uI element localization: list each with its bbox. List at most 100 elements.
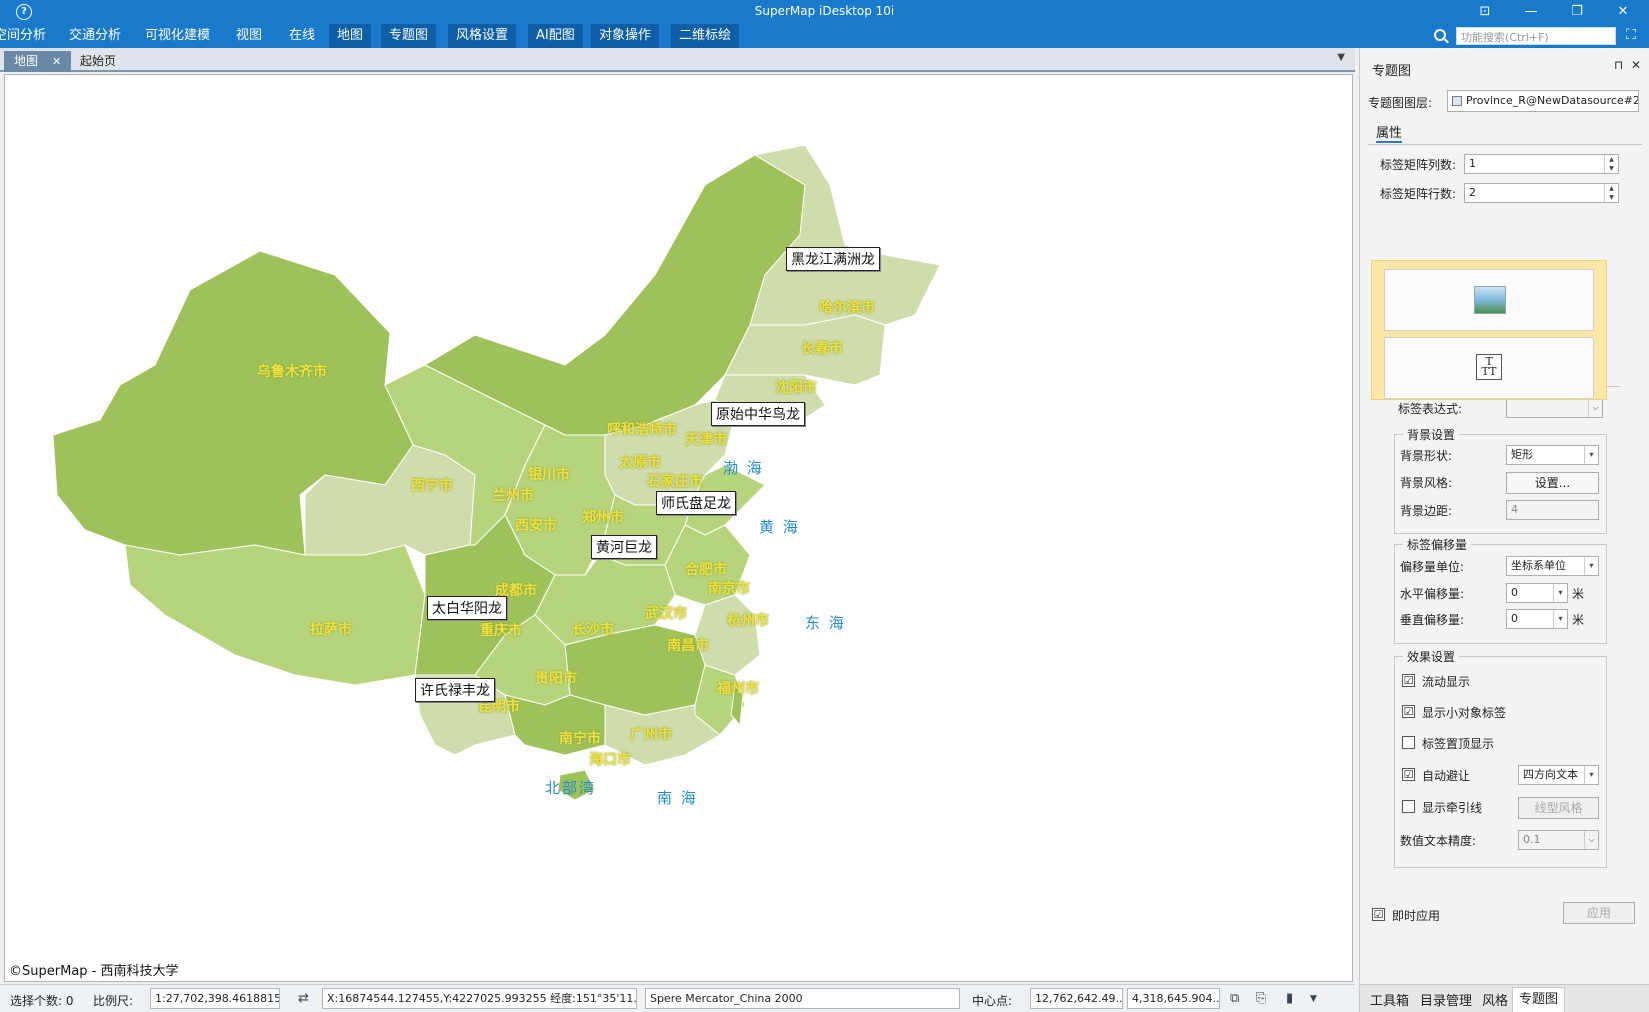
- chevron-down-icon[interactable]: ▾: [1553, 610, 1567, 628]
- restore-layout-icon[interactable]: ⊡: [1470, 2, 1500, 22]
- chevron-down-icon[interactable]: ⌵: [1588, 399, 1602, 417]
- v-offset-label: 垂直偏移量:: [1400, 613, 1465, 627]
- menu-object-ops[interactable]: 对象操作: [591, 24, 660, 48]
- divider: [1368, 144, 1642, 145]
- thematic-label-box[interactable]: 黄河巨龙: [591, 535, 657, 559]
- flow-display-checkbox[interactable]: ☑: [1402, 674, 1415, 687]
- tab-properties[interactable]: 属性: [1376, 122, 1403, 143]
- matrix-cell-text[interactable]: T TT: [1384, 337, 1594, 399]
- panel-controls: ⊓ ✕: [1614, 58, 1641, 72]
- matrix-cell-image[interactable]: [1384, 269, 1594, 331]
- offset-group-title: 标签偏移量: [1403, 536, 1472, 553]
- v-offset-unit: 米: [1572, 613, 1585, 627]
- thematic-label-box[interactable]: 原始中华鸟龙: [711, 402, 805, 426]
- menu-ai-mapping[interactable]: AI配图: [528, 24, 583, 48]
- tab-catalog[interactable]: 目录管理: [1414, 990, 1478, 1009]
- tab-toolbox[interactable]: 工具箱: [1364, 990, 1415, 1009]
- small-object-checkbox[interactable]: ☑: [1402, 705, 1415, 718]
- center-y-input[interactable]: 4,318,645.904...: [1127, 988, 1220, 1009]
- bg-shape-select[interactable]: 矩形 ▾: [1506, 445, 1599, 465]
- projection-readout[interactable]: Spere Mercator_China 2000: [645, 988, 960, 1009]
- cols-input[interactable]: 1 ▲ ▼: [1464, 154, 1619, 174]
- label-top-checkbox[interactable]: [1402, 736, 1415, 749]
- bg-style-button[interactable]: 设置...: [1506, 472, 1599, 494]
- rows-input[interactable]: 2 ▲ ▼: [1464, 183, 1619, 203]
- offset-unit-value: 坐标系单位: [1511, 559, 1566, 572]
- function-search-input[interactable]: 功能搜索(Ctrl+F): [1456, 27, 1616, 45]
- city-label: 南昌市: [667, 638, 709, 654]
- auto-avoid-select[interactable]: 四方向文本 ▾: [1518, 765, 1599, 785]
- expression-select[interactable]: ⌵: [1506, 398, 1603, 418]
- leader-line-checkbox[interactable]: [1402, 800, 1415, 813]
- auto-avoid-value: 四方向文本: [1523, 768, 1578, 781]
- v-offset-input[interactable]: 0 ▾: [1506, 609, 1568, 629]
- bg-shape-value: 矩形: [1511, 448, 1533, 461]
- chevron-down-icon[interactable]: ▾: [1553, 584, 1567, 602]
- h-offset-label: 水平偏移量:: [1400, 587, 1465, 601]
- chevron-down-icon[interactable]: ▾: [1584, 446, 1598, 464]
- thematic-label-box[interactable]: 师氏盘足龙: [656, 491, 736, 515]
- cols-label: 标签矩阵列数:: [1380, 158, 1457, 172]
- menu-traffic-analysis[interactable]: 交通分析: [61, 24, 129, 48]
- thematic-label-box[interactable]: 太白华阳龙: [427, 596, 507, 620]
- bottom-tabs: 工具箱 目录管理 风格 专题图: [1360, 984, 1649, 1012]
- city-label: 银川市: [528, 467, 570, 483]
- copy-icon[interactable]: ⧉: [1230, 991, 1239, 1006]
- layer-select[interactable]: Province_R@NewDatasource#2: [1447, 90, 1639, 112]
- chevron-down-icon[interactable]: ▾: [1584, 557, 1598, 575]
- city-label: 武汉市: [645, 606, 687, 622]
- apply-button[interactable]: 应用: [1563, 902, 1635, 924]
- menu-thematic[interactable]: 专题图: [381, 24, 437, 48]
- spinner-icon[interactable]: ▲ ▼: [1604, 155, 1618, 173]
- selection-count: 选择个数: 0: [10, 994, 74, 1008]
- paste-icon[interactable]: ⎘: [1256, 991, 1266, 1006]
- tab-style[interactable]: 风格: [1476, 990, 1514, 1009]
- tab-thematic[interactable]: 专题图: [1512, 987, 1566, 1012]
- status-dropdown-icon[interactable]: ▼: [1310, 994, 1317, 1004]
- tab-dropdown-icon[interactable]: ▼: [1337, 52, 1345, 63]
- chevron-down-icon[interactable]: ⌵: [1584, 831, 1598, 849]
- fullscreen-icon[interactable]: ⛶: [1626, 27, 1636, 43]
- china-map-svg[interactable]: [5, 75, 1353, 982]
- city-label: 长沙市: [572, 622, 614, 638]
- tab-map[interactable]: 地图 ✕: [4, 51, 72, 72]
- swap-icon[interactable]: ⇄: [298, 991, 309, 1006]
- tab-start-page[interactable]: 起始页: [70, 51, 126, 72]
- pin-icon[interactable]: ⊓: [1614, 58, 1623, 72]
- menu-map[interactable]: 地图: [329, 24, 372, 48]
- tab-close-icon[interactable]: ✕: [52, 55, 61, 68]
- menu-visual-modeling[interactable]: 可视化建模: [137, 24, 218, 48]
- chevron-down-icon[interactable]: ▾: [1584, 766, 1598, 784]
- auto-avoid-checkbox[interactable]: ☑: [1402, 768, 1415, 781]
- minimize-icon[interactable]: —: [1516, 2, 1546, 22]
- thematic-label-box[interactable]: 黑龙江满洲龙: [786, 247, 880, 271]
- offset-unit-select[interactable]: 坐标系单位 ▾: [1506, 556, 1599, 576]
- menu-view[interactable]: 视图: [228, 24, 270, 48]
- precision-select[interactable]: 0.1 ⌵: [1518, 830, 1599, 850]
- line-style-button[interactable]: 线型风格: [1518, 797, 1599, 819]
- city-label: 石家庄市: [647, 474, 703, 490]
- map-canvas[interactable]: 乌鲁木齐市 哈尔滨市 长春市 沈阳市 呼和浩特市 天津市 太原市 石家庄市 银川…: [4, 74, 1353, 982]
- menu-spatial-analysis[interactable]: 空间分析: [0, 24, 54, 48]
- search-icon[interactable]: [1434, 29, 1446, 41]
- bg-margin-input[interactable]: 4: [1506, 500, 1599, 520]
- thematic-label-box[interactable]: 许氏禄丰龙: [415, 678, 495, 702]
- menu-online[interactable]: 在线: [281, 24, 323, 48]
- scale-combo[interactable]: 1:27,702,398.4618815: [150, 988, 280, 1009]
- window-title: SuperMap iDesktop 10i: [754, 4, 895, 18]
- panel-close-icon[interactable]: ✕: [1631, 58, 1641, 72]
- city-label: 沈阳市: [775, 380, 817, 396]
- instant-apply-label: 即时应用: [1392, 909, 1441, 923]
- center-x-input[interactable]: 12,762,642.49...: [1030, 988, 1123, 1009]
- spinner-icon[interactable]: ▲ ▼: [1604, 184, 1618, 202]
- v-offset-value: 0: [1511, 612, 1518, 625]
- thematic-panel: 专题图 ⊓ ✕ 专题图图层: Province_R@NewDatasource#…: [1359, 48, 1649, 1012]
- instant-apply-checkbox[interactable]: ☑: [1372, 908, 1385, 921]
- center-label: 中心点:: [972, 994, 1013, 1008]
- maximize-icon[interactable]: ❐: [1562, 2, 1592, 22]
- menu-2d-plotting[interactable]: 二维标绘: [671, 24, 740, 48]
- close-icon[interactable]: ✕: [1608, 2, 1638, 22]
- h-offset-input[interactable]: 0 ▾: [1506, 583, 1568, 603]
- menu-style[interactable]: 风格设置: [448, 24, 517, 48]
- layout-icon[interactable]: ▮: [1286, 991, 1293, 1006]
